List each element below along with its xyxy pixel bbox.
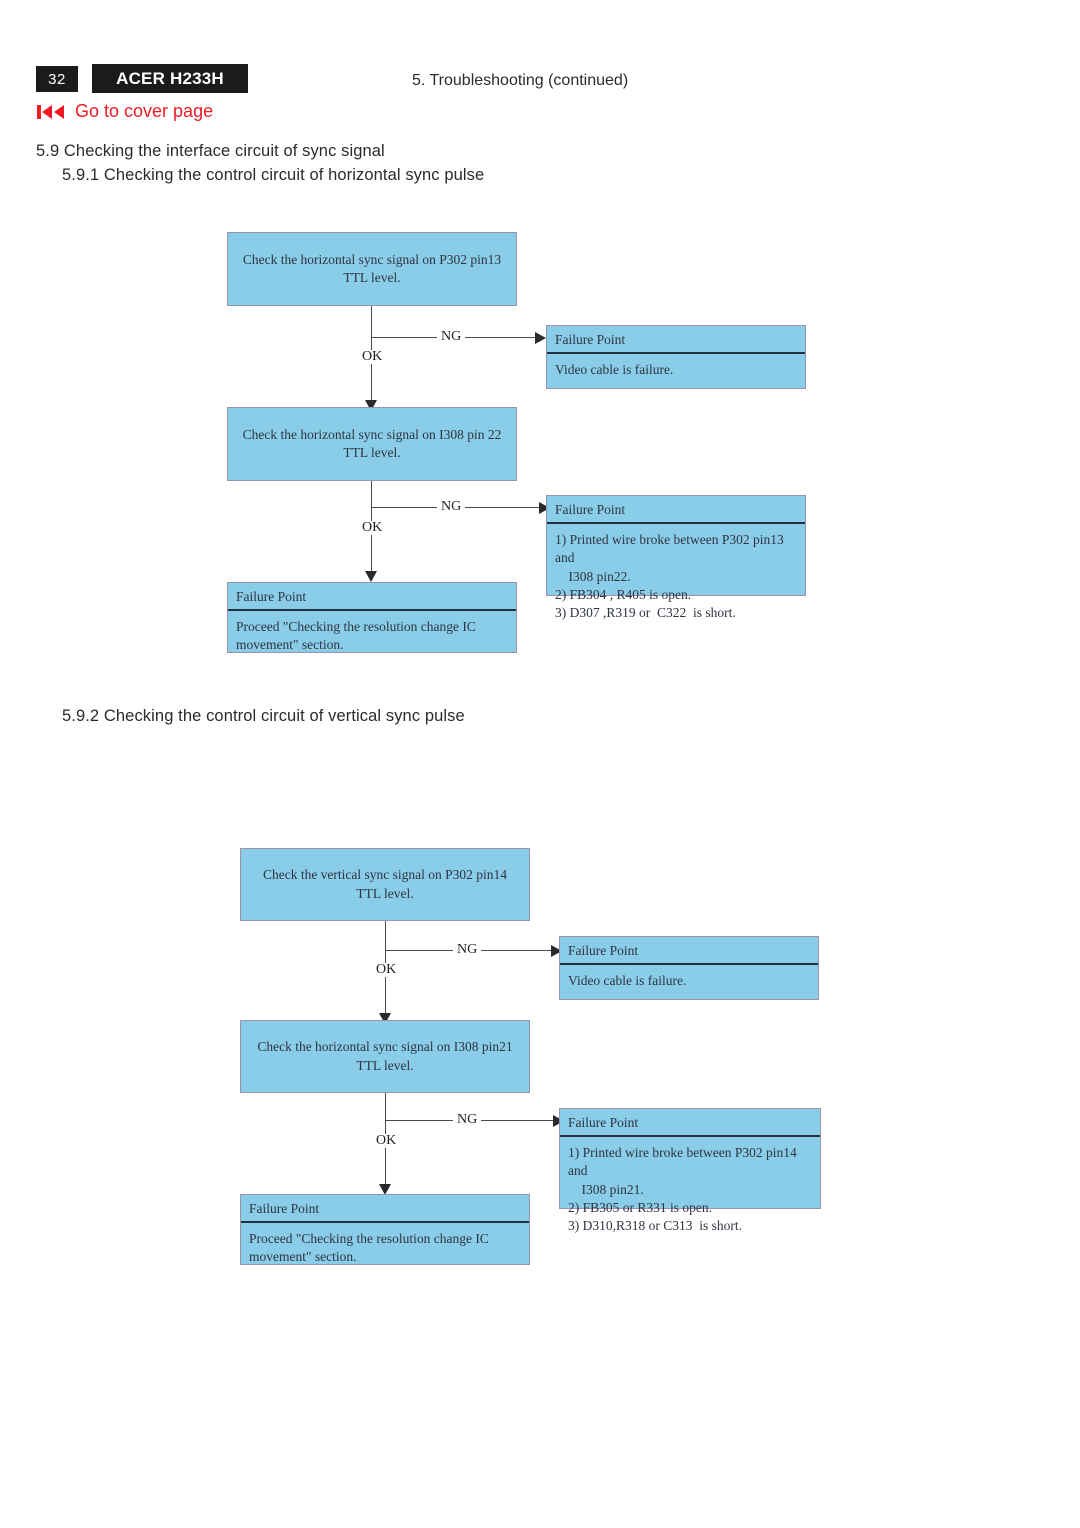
- flow2-failure2-header: Failure Point: [560, 1109, 820, 1138]
- flow2-ok2-label: OK: [372, 1134, 401, 1148]
- flow2-final-body: Proceed "Checking the resolution change …: [249, 1231, 489, 1265]
- flow2-failure2-line4: 3) D310,R318 or C313 is short.: [568, 1218, 743, 1234]
- flow2-step1-text: Check the vertical sync signal on P302 p…: [262, 867, 508, 901]
- rewind-to-start-icon: [36, 102, 66, 122]
- go-to-cover-page-link[interactable]: Go to cover page: [36, 101, 213, 122]
- flow2-failure2-line2: I308 pin21.: [568, 1181, 644, 1197]
- flow1-final-box: Failure Point Proceed "Checking the reso…: [227, 582, 517, 653]
- flow2-step2-text: Check the horizontal sync signal on I308…: [257, 1039, 513, 1073]
- flow2-final-header: Failure Point: [241, 1195, 529, 1224]
- flow1-failure1-body: Video cable is failure.: [555, 362, 674, 378]
- flow1-connector-step1-down: [371, 306, 372, 338]
- flow1-connector-step2-down: [371, 481, 372, 508]
- flow1-step2-box: Check the horizontal sync signal on I308…: [227, 407, 517, 481]
- flow2-connector-step2-down: [385, 1093, 386, 1121]
- flow2-connector-ok1: [385, 950, 386, 1020]
- flow1-arrowhead-ng1: [535, 332, 546, 344]
- flow1-step1-text: Check the horizontal sync signal on P302…: [242, 251, 502, 285]
- flow1-failure2-header: Failure Point: [547, 496, 805, 525]
- flow2-failure2-box: Failure Point 1) Printed wire broke betw…: [559, 1108, 821, 1233]
- flow1-failure2-line4: 3) D307 ,R319 or C322 is short.: [555, 605, 736, 621]
- chapter-title: 5. Troubleshooting (continued): [412, 72, 629, 89]
- flow2-failure2-body: 1) Printed wire broke between P302 pin14…: [560, 1137, 820, 1241]
- heading-5-9-1: 5.9.1 Checking the control circuit of ho…: [62, 166, 485, 184]
- flow1-step2-text: Check the horizontal sync signal on I308…: [242, 426, 502, 460]
- heading-5-9: 5.9 Checking the interface circuit of sy…: [36, 142, 385, 160]
- page-number-badge: 32: [36, 66, 78, 92]
- model-name-badge: ACER H233H: [92, 64, 248, 93]
- flow2-failure1-body: Video cable is failure.: [568, 973, 687, 989]
- flow1-failure2-line2: I308 pin22.: [555, 568, 631, 584]
- go-to-cover-page-label: Go to cover page: [75, 101, 214, 121]
- flow1-failure1-box: Failure Point Video cable is failure.: [546, 325, 806, 389]
- flow1-ng2-label: NG: [437, 500, 466, 514]
- flow1-arrowhead-ok2: [365, 571, 377, 582]
- flow1-final-body: Proceed "Checking the resolution change …: [236, 619, 476, 653]
- flow1-failure2-body: 1) Printed wire broke between P302 pin13…: [547, 524, 805, 628]
- flow2-ng2-label: NG: [453, 1113, 482, 1127]
- flow1-failure2-line3: 2) FB304 , R405 is open.: [555, 586, 692, 602]
- flow1-ok1-label: OK: [358, 350, 387, 364]
- flow1-connector-ok1: [371, 337, 372, 407]
- flow2-connector-ok2: [385, 1120, 386, 1191]
- flow1-final-header: Failure Point: [228, 583, 516, 612]
- flow1-connector-ok2: [371, 507, 372, 578]
- flow2-failure1-box: Failure Point Video cable is failure.: [559, 936, 819, 1000]
- flow1-failure2-box: Failure Point 1) Printed wire broke betw…: [546, 495, 806, 620]
- flow2-ng1-label: NG: [453, 943, 482, 957]
- flow1-step1-box: Check the horizontal sync signal on P302…: [227, 232, 517, 306]
- flow1-failure1-header: Failure Point: [547, 326, 805, 355]
- flow2-step1-box: Check the vertical sync signal on P302 p…: [240, 848, 530, 921]
- flow2-ok1-label: OK: [372, 963, 401, 977]
- heading-5-9-2: 5.9.2 Checking the control circuit of ve…: [62, 707, 465, 725]
- flow2-failure2-line3: 2) FB305 or R331 is open.: [568, 1199, 713, 1215]
- flow1-ok2-label: OK: [358, 521, 387, 535]
- flow2-connector-step1-down: [385, 921, 386, 951]
- flow2-step2-box: Check the horizontal sync signal on I308…: [240, 1020, 530, 1093]
- flow2-final-box: Failure Point Proceed "Checking the reso…: [240, 1194, 530, 1265]
- flow1-ng1-label: NG: [437, 330, 466, 344]
- flow2-failure2-line1: 1) Printed wire broke between P302 pin14…: [568, 1145, 801, 1179]
- flow2-failure1-header: Failure Point: [560, 937, 818, 966]
- flow1-failure2-line1: 1) Printed wire broke between P302 pin13…: [555, 532, 788, 566]
